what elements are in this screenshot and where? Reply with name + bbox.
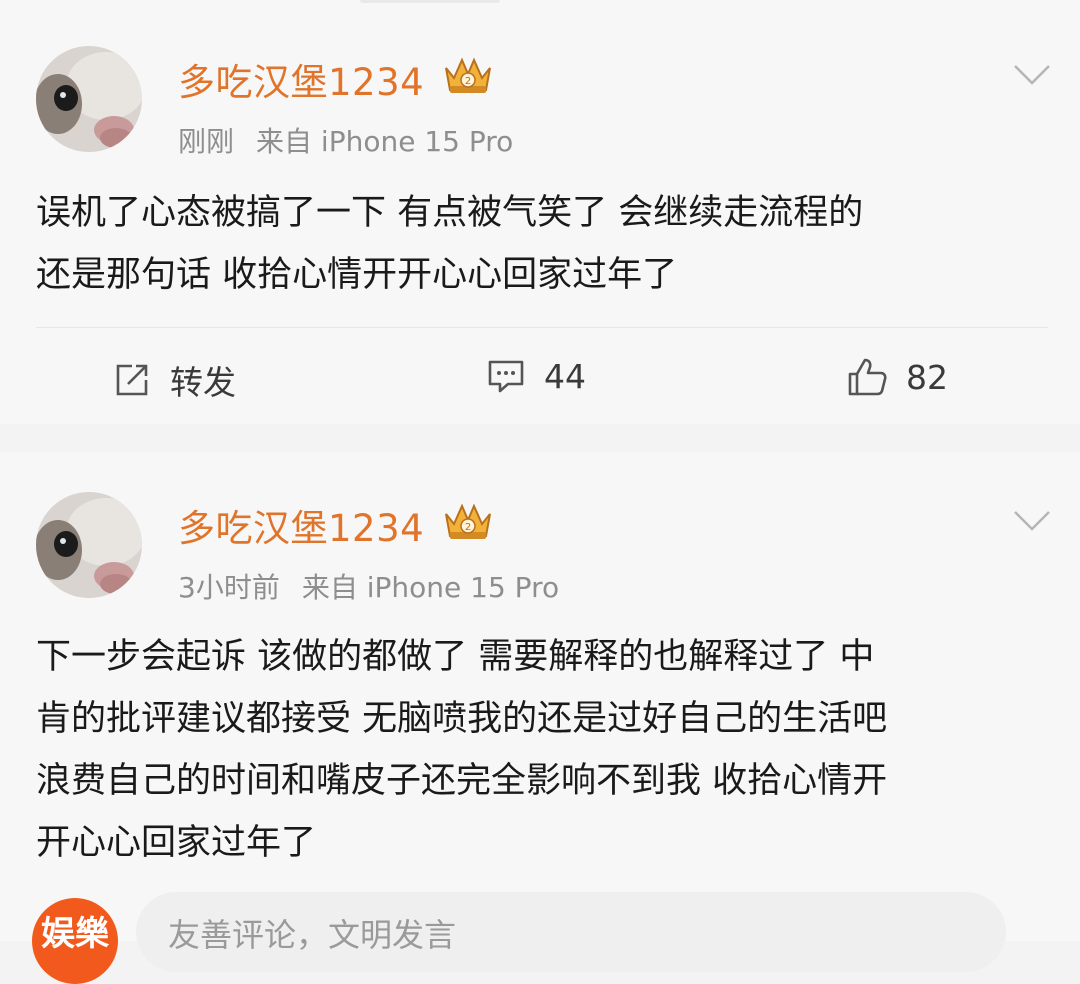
comment-icon [488, 360, 524, 393]
post-card: 多吃汉堡1234 2 刚刚 来自 iPhone 15 Pro 误机了心态被搞了一下… [0, 0, 1080, 424]
chevron-down-icon[interactable] [1012, 62, 1052, 88]
crown-vip-icon: 2 [440, 52, 496, 96]
post-text: 误机了心态被搞了一下 有点被气笑了 会继续走流程的 还是那句话 收拾心情开开心心… [36, 193, 864, 295]
post-card: 多吃汉堡1234 2 3小时前 来自 iPhone 15 Pro 下一步会起诉 该… [0, 452, 1080, 984]
post-time: 刚刚 [178, 125, 235, 158]
svg-text:2: 2 [465, 76, 471, 87]
username[interactable]: 多吃汉堡1234 [178, 498, 424, 552]
post-time: 3小时前 [178, 571, 280, 604]
chevron-down-icon[interactable] [1012, 508, 1052, 534]
cat-avatar[interactable] [36, 492, 142, 598]
comment-button[interactable]: 44 [486, 356, 586, 396]
comment-count: 44 [544, 356, 586, 396]
cat-avatar[interactable] [36, 46, 142, 152]
divider [36, 327, 1048, 328]
post-meta: 刚刚 来自 iPhone 15 Pro [178, 120, 513, 160]
yule-badge-avatar: 娱樂 [32, 898, 118, 984]
like-button[interactable]: 82 [846, 356, 948, 398]
post-source: 来自 iPhone 15 Pro [301, 571, 560, 604]
svg-text:2: 2 [465, 522, 471, 533]
repost-label: 转发 [170, 363, 236, 402]
username[interactable]: 多吃汉堡1234 [178, 52, 424, 106]
post-meta: 3小时前 来自 iPhone 15 Pro [178, 566, 559, 606]
badge-label: 娱樂 [41, 914, 109, 954]
thumbs-up-icon [848, 358, 887, 396]
comment-placeholder: 友善评论，文明发言 [168, 916, 457, 954]
like-count: 82 [906, 357, 948, 397]
crown-vip-icon: 2 [440, 498, 496, 542]
share-icon [116, 364, 148, 396]
post-text: 下一步会起诉 该做的都做了 需要解释的也解释过了 中 肯的批评建议都接受 无脑喷… [36, 637, 888, 863]
previous-card-edge [360, 0, 500, 3]
post-source: 来自 iPhone 15 Pro [256, 125, 514, 158]
repost-button[interactable]: 转发 [112, 356, 236, 404]
